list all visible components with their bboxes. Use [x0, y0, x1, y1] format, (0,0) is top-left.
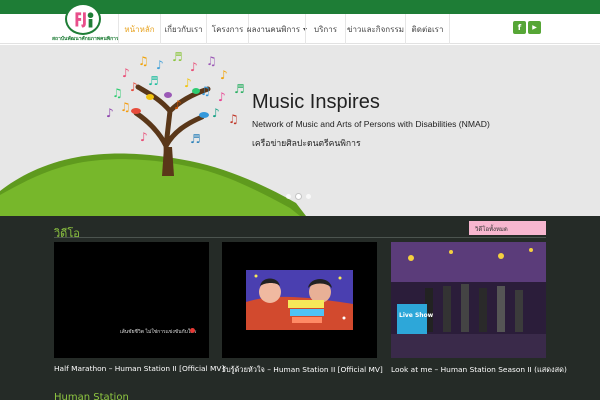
- svg-text:♬: ♬: [190, 132, 201, 146]
- hero-slider: ♪ ♫ ♪ ♬ ♪ ♫ ♪ ♫ ♪ ♬ ♪ ♫ ♪ ♬ ♪ ♫ ♪ ♫ ♪ ♬ …: [0, 45, 600, 216]
- hero-subtitle-thai: เครือข่ายศิลปะดนตรีคนพิการ: [252, 139, 361, 149]
- hill-shape: [0, 153, 306, 216]
- svg-text:♬: ♬: [234, 82, 245, 96]
- video-caption-3[interactable]: Look at me – Human Station Season II (แส…: [391, 364, 567, 376]
- hero-subtitle: Network of Music and Arts of Persons wit…: [252, 119, 490, 129]
- logo-badge-icon: [65, 3, 101, 35]
- svg-text:♫: ♫: [112, 86, 123, 100]
- menu-item-works[interactable]: ผลงานคนพิการ: [247, 14, 308, 44]
- hero-title: Music Inspires: [252, 91, 380, 113]
- menu-item-services[interactable]: บริการ: [305, 14, 345, 44]
- video-card-1[interactable]: เส้นชัยชีวิต ไม่ใช่การแข่งขันกับใคร: [54, 242, 209, 358]
- svg-text:♬: ♬: [148, 74, 159, 88]
- svg-text:♪: ♪: [122, 66, 130, 80]
- logo-caption: สถาบันพัฒนาศักยภาพคนพิการ: [52, 36, 119, 42]
- video-caption-1[interactable]: Half Marathon – Human Station II [Offici…: [54, 364, 224, 373]
- section-divider: [54, 237, 546, 238]
- menu-item-home[interactable]: หน้าหลัก: [118, 14, 160, 44]
- site-logo[interactable]: สถาบันพัฒนาศักยภาพคนพิการ: [52, 3, 119, 44]
- slider-dot-1[interactable]: [286, 194, 291, 199]
- menu-item-news[interactable]: ข่าวและกิจกรรม: [345, 14, 405, 44]
- svg-text:♪: ♪: [220, 68, 228, 82]
- slider-dot-3[interactable]: [306, 194, 311, 199]
- menu-item-projects[interactable]: โครงการ: [206, 14, 248, 44]
- svg-text:♬: ♬: [172, 51, 183, 64]
- video-section: วิดีโอ วิดีโอทั้งหมด เส้นชัยชีวิต ไม่ใช่…: [0, 216, 600, 400]
- live-show-label: Live Show: [399, 312, 434, 319]
- main-navigation: สถาบันพัฒนาศักยภาพคนพิการ หน้าหลัก เกี่ย…: [0, 3, 600, 44]
- svg-text:♪: ♪: [212, 106, 220, 120]
- video-card-2[interactable]: [222, 242, 377, 358]
- svg-text:♫: ♫: [120, 100, 131, 114]
- svg-text:♪: ♪: [156, 58, 164, 72]
- video-overlay-text: เส้นชัยชีวิต ไม่ใช่การแข่งขันกับใคร: [120, 329, 197, 335]
- svg-text:♫: ♫: [200, 84, 211, 98]
- menu-item-contact[interactable]: ติดต่อเรา: [405, 14, 450, 44]
- all-videos-tab[interactable]: วิดีโอทั้งหมด: [469, 221, 546, 235]
- video-section-title: วิดีโอ: [54, 227, 80, 240]
- slider-dots: [286, 194, 311, 199]
- menu-bar: หน้าหลัก เกี่ยวกับเรา โครงการ ผลงานคนพิก…: [118, 14, 450, 44]
- video-card-3[interactable]: Live Show: [391, 242, 546, 358]
- svg-text:♪: ♪: [130, 80, 138, 94]
- video-thumbnail-3: [391, 242, 546, 358]
- svg-text:♪: ♪: [174, 98, 182, 112]
- svg-text:♫: ♫: [228, 112, 239, 126]
- svg-text:♪: ♪: [140, 130, 148, 144]
- menu-item-about[interactable]: เกี่ยวกับเรา: [160, 14, 206, 44]
- next-section-title: Human Station: [54, 392, 129, 403]
- video-thumbnail-2: [222, 242, 377, 358]
- music-tree-illustration: ♪ ♫ ♪ ♬ ♪ ♫ ♪ ♫ ♪ ♬ ♪ ♫ ♪ ♬ ♪ ♫ ♪ ♫ ♪ ♬ …: [106, 51, 245, 176]
- svg-text:♪: ♪: [184, 76, 192, 90]
- slider-dot-2[interactable]: [296, 194, 301, 199]
- svg-text:♪: ♪: [190, 60, 198, 74]
- video-caption-2[interactable]: รับรู้ด้วยหัวใจ – Human Station II [Offi…: [222, 364, 383, 376]
- video-progress-dot: [190, 328, 195, 333]
- svg-text:♪: ♪: [218, 90, 226, 104]
- svg-text:♪: ♪: [106, 106, 114, 120]
- svg-text:♫: ♫: [206, 54, 217, 68]
- svg-text:♫: ♫: [138, 54, 149, 68]
- youtube-icon[interactable]: ▶: [528, 21, 541, 34]
- facebook-icon[interactable]: f: [513, 21, 526, 34]
